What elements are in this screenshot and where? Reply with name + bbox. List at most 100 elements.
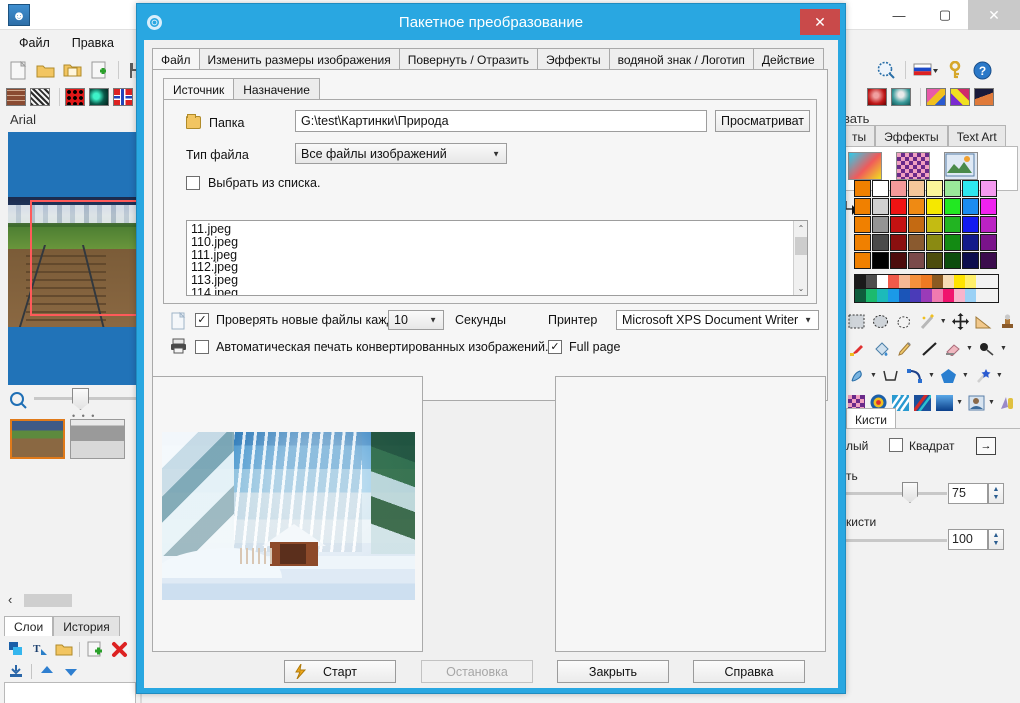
move-icon[interactable] xyxy=(950,311,971,333)
palette-cell[interactable] xyxy=(872,198,889,215)
palette-strip-cell[interactable] xyxy=(943,275,954,288)
palette-cell[interactable] xyxy=(926,180,943,197)
palette-cell[interactable] xyxy=(890,180,907,197)
start-button[interactable]: Старт xyxy=(284,660,396,683)
polygon-icon[interactable] xyxy=(938,365,960,387)
tab-file[interactable]: Файл xyxy=(152,48,200,70)
tab-effects[interactable]: Эффекты xyxy=(537,48,610,70)
menu-item-edit[interactable]: Правка xyxy=(61,33,125,53)
list-item[interactable]: 114.jpeg xyxy=(187,287,807,295)
canvas-selection-rectangle[interactable] xyxy=(30,200,148,316)
palette-cell[interactable] xyxy=(944,180,961,197)
palette-cell[interactable] xyxy=(980,252,997,269)
language-flag-icon[interactable] xyxy=(911,58,941,82)
palette-cell[interactable] xyxy=(908,252,925,269)
chevron-down-icon[interactable]: ▼ xyxy=(870,372,877,379)
palette-cell[interactable] xyxy=(872,180,889,197)
palette-strip-cell[interactable] xyxy=(965,289,976,302)
delete-layer-icon[interactable] xyxy=(107,639,131,659)
list-item[interactable]: 11.jpeg xyxy=(187,223,807,236)
palette-cell[interactable] xyxy=(872,252,889,269)
palette-cell[interactable] xyxy=(872,216,889,233)
chevron-down-icon[interactable]: ▼ xyxy=(996,372,1003,379)
tab-effects-partial[interactable]: ты xyxy=(843,125,876,147)
palette-strip-cell[interactable] xyxy=(866,275,877,288)
tab-source[interactable]: Источник xyxy=(163,78,235,100)
star-icon[interactable] xyxy=(972,365,994,387)
tab-resize-image[interactable]: Изменить размеры изображения xyxy=(198,48,400,70)
chevron-down-icon[interactable]: ▼ xyxy=(966,345,973,352)
auto-print-checkbox[interactable] xyxy=(195,340,209,354)
lasso-select-icon[interactable] xyxy=(893,311,914,333)
palette-strip-cell[interactable] xyxy=(954,289,965,302)
font-name-label[interactable]: Arial xyxy=(10,112,36,127)
image-fill-swatch[interactable] xyxy=(944,152,978,180)
palette-cell[interactable] xyxy=(980,216,997,233)
spinner-down-icon[interactable]: ▼ xyxy=(993,494,1000,502)
palette-cell[interactable] xyxy=(962,216,979,233)
list-item[interactable]: 112.jpeg xyxy=(187,261,807,274)
pencil-icon[interactable] xyxy=(894,338,916,360)
palette-cell[interactable] xyxy=(962,198,979,215)
palette-strip-cell[interactable] xyxy=(866,289,877,302)
palette-strip-cell[interactable] xyxy=(943,289,954,302)
palette-cell[interactable] xyxy=(962,234,979,251)
help-icon[interactable]: ? xyxy=(969,58,995,82)
palette-cell[interactable] xyxy=(962,252,979,269)
scroll-down-arrow-icon[interactable]: ⌄ xyxy=(794,281,807,295)
rect-select-icon[interactable] xyxy=(846,311,867,333)
eraser-icon[interactable] xyxy=(942,338,964,360)
palette-cell[interactable] xyxy=(908,198,925,215)
palette-strip-cell[interactable] xyxy=(921,289,932,302)
red-portrait-thumb[interactable] xyxy=(867,88,887,106)
menu-item-file[interactable]: Файл xyxy=(8,33,61,53)
brush-size-spinner-buttons[interactable]: ▲ ▼ xyxy=(988,529,1004,550)
app-minimize-button[interactable]: — xyxy=(876,0,922,30)
source-preview-box[interactable] xyxy=(152,376,423,652)
tab-watermark-logo[interactable]: водяной знак / Логотип xyxy=(608,48,754,70)
palette-cell[interactable] xyxy=(980,180,997,197)
brush-size-slider-track[interactable] xyxy=(843,539,947,542)
palette-strip-cell[interactable] xyxy=(910,289,921,302)
app-maximize-button[interactable]: ▢ xyxy=(922,0,968,30)
palette-cell[interactable] xyxy=(890,198,907,215)
file-list-scrollbar[interactable]: ⌃ ⌄ xyxy=(793,221,807,295)
collapse-left-arrow-icon[interactable]: ‹ xyxy=(8,592,12,607)
palette-cell[interactable] xyxy=(908,234,925,251)
palette-cell[interactable] xyxy=(926,252,943,269)
opacity-slider-thumb[interactable] xyxy=(902,482,918,503)
palette-cell[interactable] xyxy=(944,234,961,251)
full-page-checkbox[interactable]: ✓ xyxy=(548,340,562,354)
pop-art-thumb-2[interactable] xyxy=(950,88,970,106)
color-picker-icon[interactable] xyxy=(846,338,868,360)
move-down-icon[interactable] xyxy=(59,661,83,681)
chevron-down-icon[interactable]: ▼ xyxy=(928,372,935,379)
close-button[interactable]: Закрыть xyxy=(557,660,669,683)
palette-cell[interactable] xyxy=(980,198,997,215)
chevron-down-icon[interactable]: ▼ xyxy=(940,318,947,325)
palette-cell[interactable] xyxy=(908,180,925,197)
palette-strip-cell[interactable] xyxy=(877,275,888,288)
zoom-slider-thumb[interactable] xyxy=(72,388,89,410)
magnifier-icon[interactable] xyxy=(9,391,28,413)
tab-effects[interactable]: Эффекты xyxy=(875,125,948,147)
curve-icon[interactable] xyxy=(880,365,902,387)
brush-size-input[interactable]: 100 xyxy=(948,529,988,550)
list-item[interactable]: 113.jpeg xyxy=(187,274,807,287)
folder-path-input[interactable]: G:\test\Картинки\Природа xyxy=(295,110,707,132)
smudge-icon[interactable] xyxy=(846,365,868,387)
palette-cell[interactable] xyxy=(854,252,871,269)
palette-cell[interactable] xyxy=(908,216,925,233)
list-item[interactable]: 110.jpeg xyxy=(187,235,807,249)
scrollbar-thumb[interactable] xyxy=(795,237,807,255)
palette-strip-cell[interactable] xyxy=(888,275,899,288)
printer-combobox[interactable]: Microsoft XPS Document Writer ▼ xyxy=(616,310,819,330)
spinner-up-icon[interactable]: ▲ xyxy=(993,532,1000,540)
forest-bw-thumbnail[interactable] xyxy=(70,419,125,459)
list-item[interactable]: 111.jpeg xyxy=(187,248,807,262)
palette-strip-cell[interactable] xyxy=(877,289,888,302)
palette-cell[interactable] xyxy=(944,198,961,215)
palette-cell[interactable] xyxy=(854,198,871,215)
tab-history[interactable]: История xyxy=(53,616,120,636)
palette-strip-cell[interactable] xyxy=(899,289,910,302)
